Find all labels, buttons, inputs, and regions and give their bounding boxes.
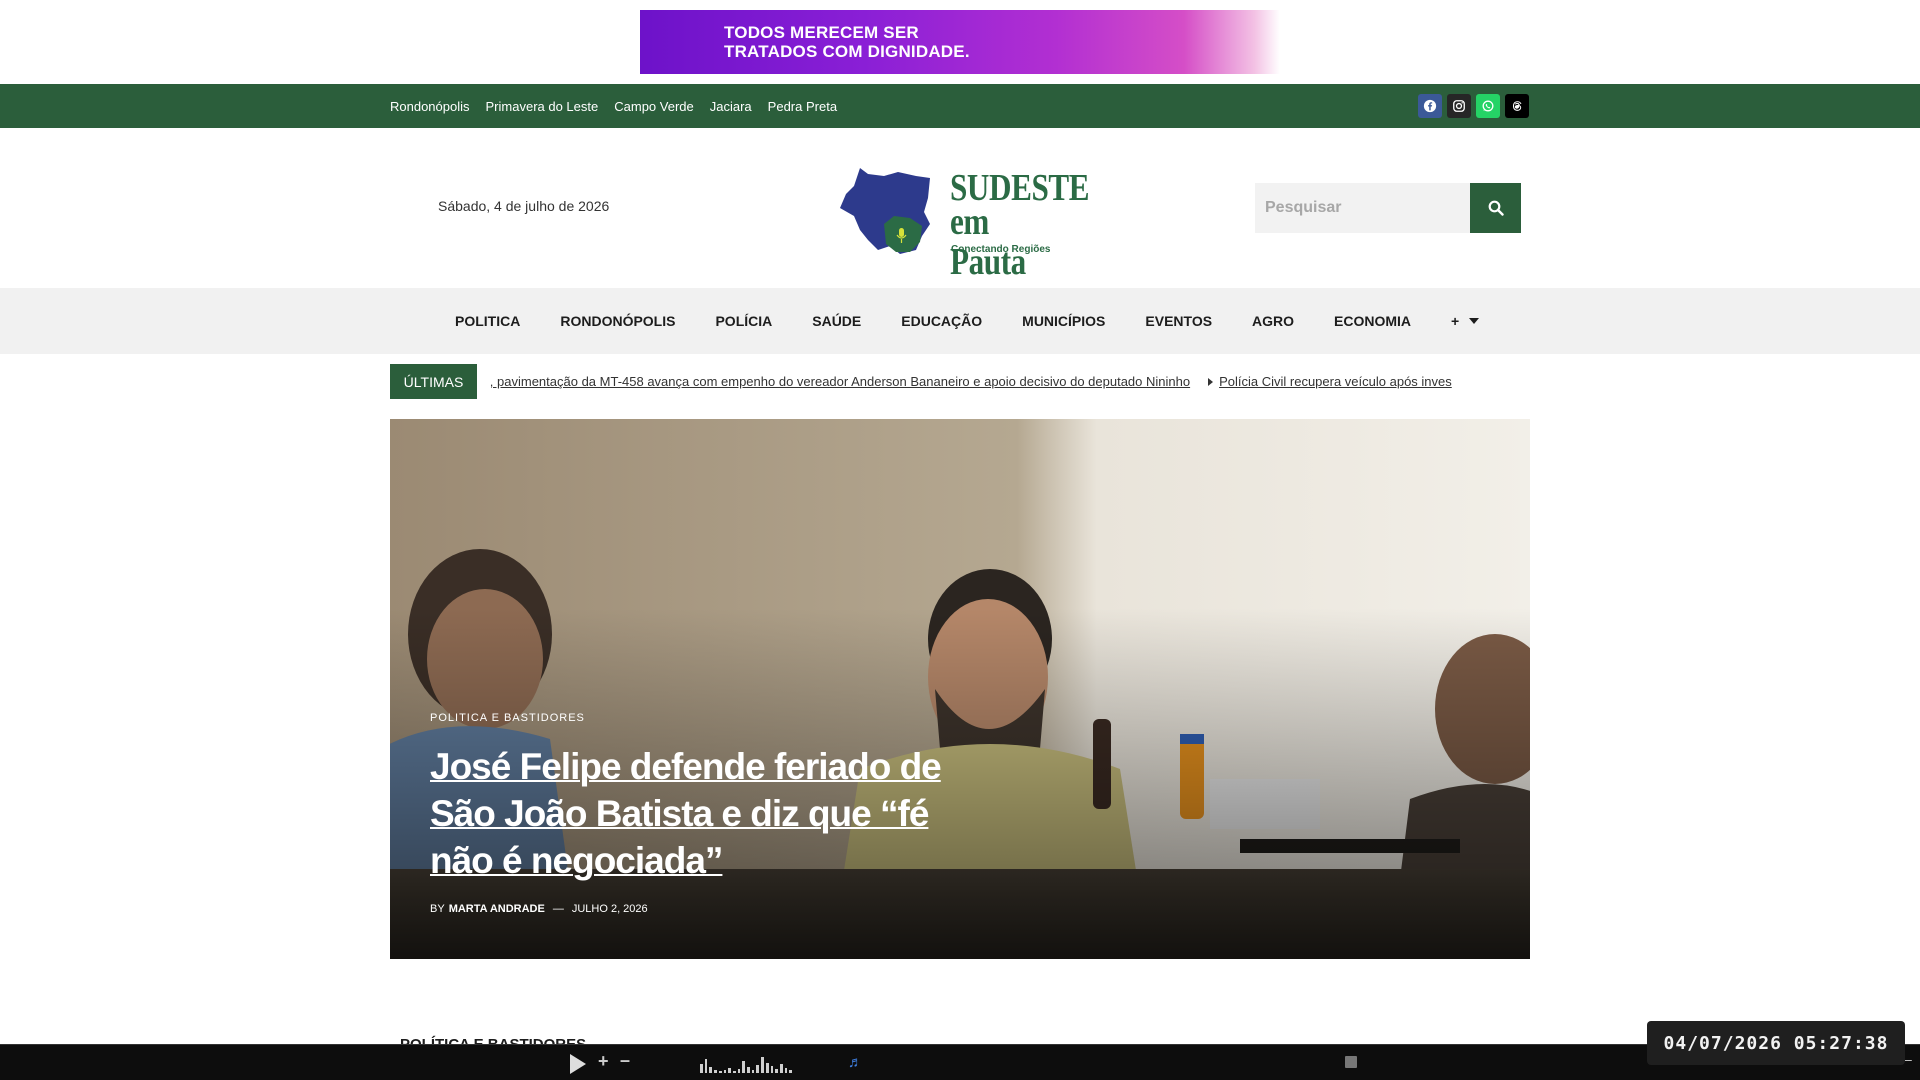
volume-up-icon[interactable]: + (598, 1051, 609, 1072)
current-date: Sábado, 4 de julho de 2026 (438, 198, 610, 214)
nav-item-rondonopolis[interactable]: RONDONÓPOLIS (540, 313, 695, 329)
nav-items: POLITICA RONDONÓPOLIS POLÍCIA SAÚDE EDUC… (455, 288, 1499, 354)
ticker-item[interactable]: Polícia Civil recupera veículo após inve… (1219, 374, 1452, 389)
instagram-icon[interactable] (1447, 94, 1471, 118)
ticker-items: era, pavimentação da MT-458 avança com e… (491, 364, 1452, 399)
city-link-jaciara[interactable]: Jaciara (710, 99, 752, 114)
radio-player-bar: + – ♬ – (0, 1044, 1920, 1080)
map-logo-icon (840, 168, 930, 254)
hero-author[interactable]: MARTA ANDRADE (449, 903, 545, 915)
nav-item-eventos[interactable]: EVENTOS (1125, 313, 1232, 329)
play-icon[interactable] (570, 1054, 586, 1074)
nav-item-politica[interactable]: POLITICA (455, 313, 540, 329)
search-form (1255, 183, 1521, 233)
city-link-pedra-preta[interactable]: Pedra Preta (768, 99, 837, 114)
nav-item-policia[interactable]: POLÍCIA (695, 313, 792, 329)
hero-date: JULHO 2, 2026 (571, 903, 648, 915)
nav-item-economia[interactable]: ECONOMIA (1314, 313, 1431, 329)
city-link-rondonopolis[interactable]: Rondonópolis (390, 99, 470, 114)
music-note-icon[interactable]: ♬ (848, 1054, 863, 1071)
bullet-icon (1208, 377, 1214, 386)
ticker-label: ÚLTIMAS (390, 364, 477, 399)
nav-more-menu[interactable]: + (1431, 313, 1499, 329)
minimize-icon[interactable]: – (1904, 1051, 1912, 1067)
logo-title-line-2: em Pauta (950, 201, 1026, 283)
hero-meta: BY MARTA ANDRADE — JULHO 2, 2026 (430, 903, 648, 915)
nav-more-label: + (1451, 313, 1460, 329)
nav-item-agro[interactable]: AGRO (1232, 313, 1314, 329)
clock-overlay: 04/07/2026 05:27:38 (1647, 1021, 1905, 1065)
ad-line-2: TRATADOS COM DIGNIDADE. (724, 42, 970, 61)
top-bar: Rondonópolis Primavera do Leste Campo Ve… (0, 84, 1920, 128)
city-link-primavera[interactable]: Primavera do Leste (486, 99, 599, 114)
featured-article[interactable]: POLITICA E BASTIDORES José Felipe defend… (390, 419, 1530, 959)
equalizer-icon (700, 1055, 793, 1073)
whatsapp-icon[interactable] (1476, 94, 1500, 118)
site-logo[interactable]: SUDESTE em Pauta Conectando Regiões (838, 164, 1090, 282)
nav-item-educacao[interactable]: EDUCAÇÃO (881, 313, 1002, 329)
ticker-track: era, pavimentação da MT-458 avança com e… (491, 364, 1530, 399)
search-icon (1488, 200, 1504, 216)
hero-by: BY (430, 903, 445, 915)
site-header: Sábado, 4 de julho de 2026 SUDESTE em Pa… (0, 128, 1920, 288)
main-nav: POLITICA RONDONÓPOLIS POLÍCIA SAÚDE EDUC… (0, 288, 1920, 354)
ad-area: TODOS MERECEM SER TRATADOS COM DIGNIDADE… (0, 0, 1920, 84)
threads-icon[interactable] (1505, 94, 1529, 118)
caret-down-icon (1469, 318, 1480, 324)
ticker-entry: Polícia Civil recupera veículo após inve… (1208, 373, 1452, 391)
social-links (1418, 94, 1529, 118)
facebook-icon[interactable] (1418, 94, 1442, 118)
logo-tagline: Conectando Regiões (951, 244, 1051, 255)
news-ticker: ÚLTIMAS era, pavimentação da MT-458 avan… (390, 364, 1530, 399)
city-links: Rondonópolis Primavera do Leste Campo Ve… (390, 84, 837, 128)
ad-banner[interactable]: TODOS MERECEM SER TRATADOS COM DIGNIDADE… (640, 10, 1280, 74)
ticker-item[interactable]: era, pavimentação da MT-458 avança com e… (491, 374, 1190, 389)
volume-down-icon[interactable]: – (620, 1050, 630, 1071)
city-link-campo-verde[interactable]: Campo Verde (614, 99, 694, 114)
nav-item-saude[interactable]: SAÚDE (792, 313, 881, 329)
hero-category[interactable]: POLITICA E BASTIDORES (430, 712, 585, 724)
ad-line-1: TODOS MERECEM SER (724, 23, 919, 42)
hero-separator: — (552, 903, 564, 915)
nav-item-municipios[interactable]: MUNICÍPIOS (1002, 313, 1125, 329)
playlist-icon[interactable] (1345, 1056, 1357, 1068)
hero-title[interactable]: José Felipe defende feriado de São João … (430, 743, 990, 884)
search-button[interactable] (1470, 183, 1521, 233)
ad-text: TODOS MERECEM SER TRATADOS COM DIGNIDADE… (724, 23, 970, 61)
search-input[interactable] (1255, 183, 1470, 233)
